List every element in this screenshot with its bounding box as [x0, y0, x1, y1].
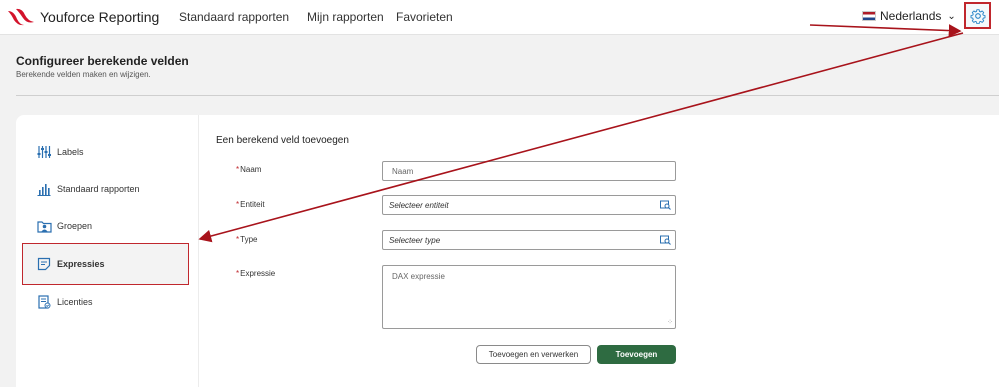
- form-title: Een berekend veld toevoegen: [216, 135, 349, 146]
- settings-sidebar: Labels Standaard rapporten Groepen Expre…: [16, 115, 199, 387]
- nav-standaard-rapporten[interactable]: Standaard rapporten: [179, 10, 289, 24]
- youforce-logo: [8, 8, 34, 26]
- settings-button[interactable]: [964, 2, 991, 29]
- page-title: Configureer berekende velden: [16, 54, 189, 68]
- sliders-icon: [36, 144, 52, 160]
- content-card: Labels Standaard rapporten Groepen Expre…: [16, 115, 999, 387]
- naam-label: *Naam: [236, 165, 262, 174]
- lookup-icon: [660, 200, 671, 210]
- type-label: *Type: [236, 235, 258, 244]
- license-icon: [36, 294, 52, 310]
- chevron-down-icon: ⌄: [947, 10, 956, 22]
- nav-favorieten[interactable]: Favorieten: [396, 10, 453, 24]
- entiteit-select[interactable]: Selecteer entiteit: [382, 195, 676, 215]
- sidebar-item-label: Expressies: [57, 259, 105, 269]
- page-subtitle: Berekende velden maken en wijzigen.: [16, 70, 151, 79]
- note-icon: [36, 256, 52, 272]
- sidebar-item-label: Labels: [57, 147, 84, 157]
- lookup-icon: [660, 235, 671, 245]
- entiteit-select-value: Selecteer entiteit: [389, 201, 449, 210]
- expressie-placeholder: DAX expressie: [392, 272, 445, 281]
- toevoegen-button[interactable]: Toevoegen: [597, 345, 676, 364]
- resize-grip-icon[interactable]: ⁘: [667, 318, 673, 326]
- top-bar: Youforce Reporting Standaard rapporten M…: [0, 0, 999, 35]
- divider: [16, 95, 999, 96]
- nav-mijn-rapporten[interactable]: Mijn rapporten: [307, 10, 384, 24]
- dutch-flag-icon: [862, 11, 876, 21]
- naam-input[interactable]: Naam: [382, 161, 676, 181]
- language-label: Nederlands: [880, 9, 942, 23]
- sidebar-item-label: Licenties: [57, 297, 93, 307]
- gear-icon: [970, 8, 985, 24]
- sidebar-item-labels[interactable]: Labels: [36, 142, 84, 162]
- sidebar-item-label: Groepen: [57, 221, 93, 231]
- sidebar-item-label: Standaard rapporten: [57, 184, 140, 194]
- sidebar-item-licenties[interactable]: Licenties: [36, 292, 93, 312]
- entiteit-label: *Entiteit: [236, 200, 265, 209]
- sidebar-item-standaard-rapporten[interactable]: Standaard rapporten: [36, 179, 140, 199]
- sidebar-item-expressies[interactable]: Expressies: [36, 254, 105, 274]
- bar-chart-icon: [36, 181, 52, 197]
- expressie-label: *Expressie: [236, 269, 276, 278]
- language-selector[interactable]: Nederlands ⌄: [862, 9, 956, 23]
- app-brand[interactable]: Youforce Reporting: [40, 9, 159, 25]
- sidebar-item-groepen[interactable]: Groepen: [36, 216, 92, 236]
- expressie-textarea[interactable]: DAX expressie ⁘: [382, 265, 676, 329]
- type-select[interactable]: Selecteer type: [382, 230, 676, 250]
- toevoegen-en-verwerken-button[interactable]: Toevoegen en verwerken: [476, 345, 591, 364]
- type-select-value: Selecteer type: [389, 236, 441, 245]
- folder-user-icon: [36, 218, 52, 234]
